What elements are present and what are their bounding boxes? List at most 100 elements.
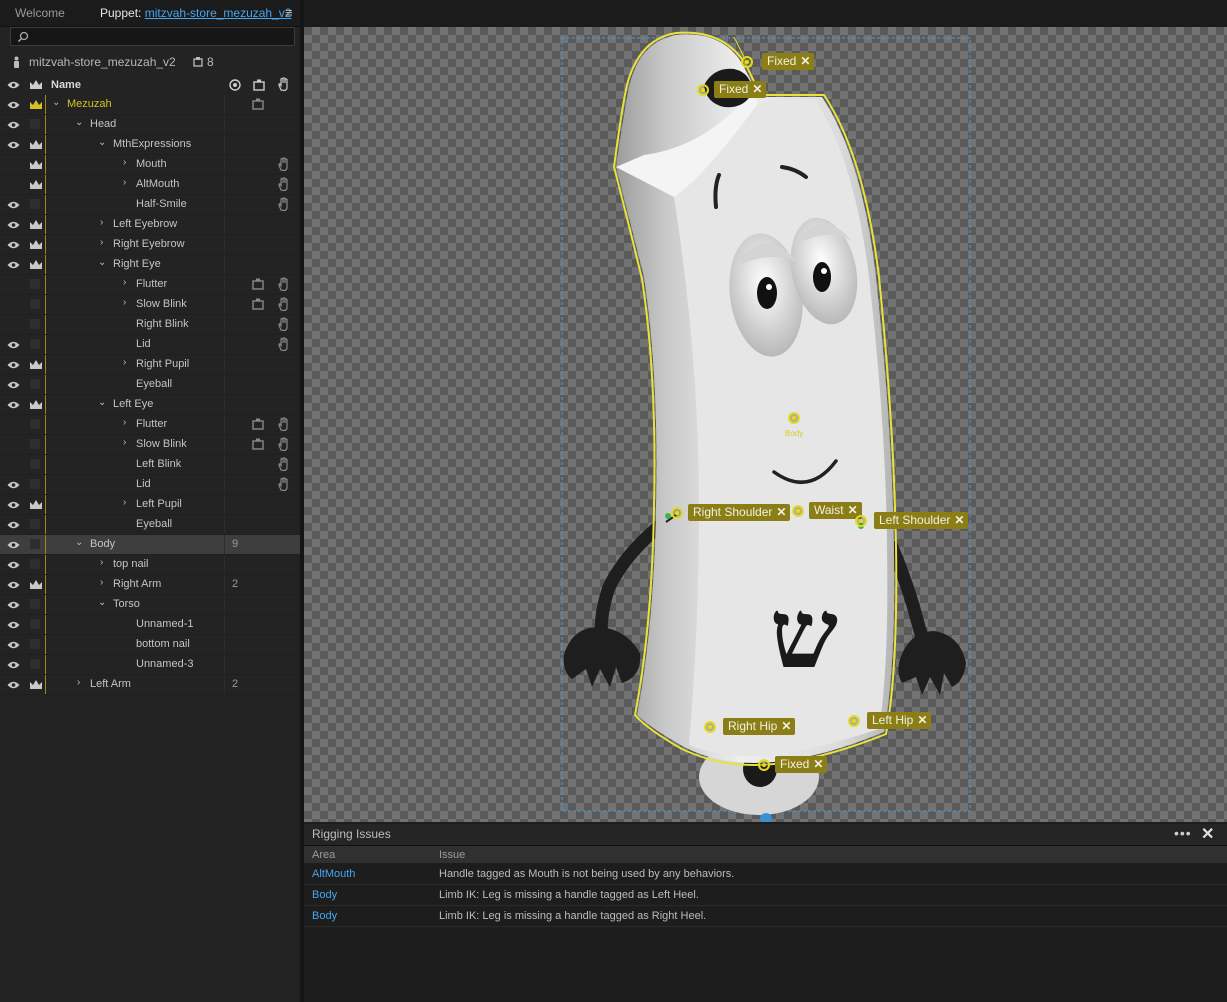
layer-row[interactable]: Eyeball xyxy=(0,515,300,535)
crown-toggle-empty[interactable] xyxy=(30,439,40,449)
crown-toggle-empty[interactable] xyxy=(30,339,40,349)
crown-icon[interactable] xyxy=(29,499,43,514)
layer-row[interactable]: Left Blink xyxy=(0,455,300,475)
more-options-icon[interactable]: ••• xyxy=(1174,825,1192,841)
hamburger-icon[interactable]: ≡ xyxy=(285,5,293,20)
eye-icon[interactable] xyxy=(7,680,20,692)
layer-row[interactable]: › Right Pupil xyxy=(0,355,300,375)
crown-icon[interactable] xyxy=(29,179,43,194)
layer-row[interactable]: ⌄ Torso xyxy=(0,595,300,615)
close-icon[interactable]: ✕ xyxy=(800,54,810,68)
issue-area-link[interactable]: AltMouth xyxy=(312,868,355,880)
eye-icon[interactable] xyxy=(7,660,20,672)
rigging-issue-row[interactable]: Body Limb IK: Leg is missing a handle tag… xyxy=(304,906,1227,927)
crown-toggle-empty[interactable] xyxy=(30,379,40,389)
eye-icon[interactable] xyxy=(7,120,20,132)
chevron-right-icon[interactable]: › xyxy=(123,437,126,448)
hand-icon[interactable] xyxy=(277,477,290,495)
handle-left-shoulder-dot[interactable] xyxy=(855,515,867,527)
issue-column-label[interactable]: Issue xyxy=(439,849,465,861)
eye-icon[interactable] xyxy=(7,500,20,512)
crown-toggle-empty[interactable] xyxy=(30,639,40,649)
chevron-right-icon[interactable]: › xyxy=(77,677,80,688)
hand-icon[interactable] xyxy=(277,457,290,475)
chevron-down-icon[interactable]: ⌄ xyxy=(98,397,106,408)
crown-icon[interactable] xyxy=(29,239,43,254)
layer-row[interactable]: › top nail xyxy=(0,555,300,575)
chevron-right-icon[interactable]: › xyxy=(100,577,103,588)
crown-toggle-empty[interactable] xyxy=(30,119,40,129)
chevron-right-icon[interactable]: › xyxy=(100,217,103,228)
handle-left-hip-dot[interactable] xyxy=(848,715,860,727)
eye-icon[interactable] xyxy=(7,220,20,232)
crown-toggle-empty[interactable] xyxy=(30,419,40,429)
area-column-label[interactable]: Area xyxy=(312,849,335,861)
chevron-down-icon[interactable]: ⌄ xyxy=(98,597,106,608)
handle-fixed-top-2[interactable]: Fixed ✕ xyxy=(714,81,767,98)
name-column-label[interactable]: Name xyxy=(51,79,81,91)
layer-row[interactable]: Lid xyxy=(0,335,300,355)
handle-right-hip-dot[interactable] xyxy=(704,721,716,733)
layer-row[interactable]: Right Blink xyxy=(0,315,300,335)
close-icon[interactable]: ✕ xyxy=(917,713,927,727)
rigging-issue-row[interactable]: AltMouth Handle tagged as Mouth is not be… xyxy=(304,864,1227,885)
hand-icon[interactable] xyxy=(277,317,290,335)
crown-toggle-empty[interactable] xyxy=(30,319,40,329)
behavior-icon[interactable] xyxy=(252,98,264,113)
layer-row[interactable]: bottom nail xyxy=(0,635,300,655)
hand-icon[interactable] xyxy=(277,337,290,355)
eye-icon[interactable] xyxy=(7,600,20,612)
behavior-icon[interactable] xyxy=(252,298,264,313)
close-icon[interactable]: ✕ xyxy=(848,503,858,517)
hand-icon[interactable] xyxy=(277,417,290,435)
layer-row[interactable]: › Slow Blink xyxy=(0,435,300,455)
layer-row[interactable]: › Left Pupil xyxy=(0,495,300,515)
crown-icon[interactable] xyxy=(29,679,43,694)
crown-icon[interactable] xyxy=(29,359,43,374)
chevron-right-icon[interactable]: › xyxy=(123,297,126,308)
layer-row[interactable]: ⌄ MthExpressions xyxy=(0,135,300,155)
handle-right-hip[interactable]: Right Hip ✕ xyxy=(723,718,796,735)
rig-canvas[interactable]: ש Fixed ✕ Fixed ✕ Body Right Shoulder ✕ Wai… xyxy=(304,27,1227,822)
eye-icon[interactable] xyxy=(7,81,20,89)
layer-row[interactable]: ⌄ Mezuzah xyxy=(0,95,300,115)
chevron-down-icon[interactable]: ⌄ xyxy=(52,97,60,108)
crown-toggle-empty[interactable] xyxy=(30,559,40,569)
close-icon[interactable]: ✕ xyxy=(954,513,964,527)
hand-icon[interactable] xyxy=(277,437,290,455)
layer-row[interactable]: Unnamed-3 xyxy=(0,655,300,675)
target-icon[interactable] xyxy=(229,79,241,91)
eye-icon[interactable] xyxy=(7,380,20,392)
hand-icon[interactable] xyxy=(277,277,290,295)
eye-icon[interactable] xyxy=(7,540,20,552)
layer-row[interactable]: › Flutter xyxy=(0,415,300,435)
hand-icon[interactable] xyxy=(277,157,290,175)
layer-row[interactable]: › Slow Blink xyxy=(0,295,300,315)
handle-right-shoulder[interactable]: Right Shoulder ✕ xyxy=(688,504,791,521)
close-icon[interactable]: ✕ xyxy=(776,505,786,519)
chevron-down-icon[interactable]: ⌄ xyxy=(98,137,106,148)
crown-icon[interactable] xyxy=(29,79,43,91)
handle-left-hip[interactable]: Left Hip ✕ xyxy=(867,712,932,729)
layer-row[interactable]: › Right Arm 2 xyxy=(0,575,300,595)
layer-row[interactable]: Lid xyxy=(0,475,300,495)
issue-area-link[interactable]: Body xyxy=(312,889,337,901)
eye-icon[interactable] xyxy=(7,360,20,372)
crown-icon[interactable] xyxy=(29,219,43,234)
crown-icon[interactable] xyxy=(29,259,43,274)
layer-row[interactable]: › Mouth xyxy=(0,155,300,175)
chevron-right-icon[interactable]: › xyxy=(123,277,126,288)
layer-row[interactable]: Eyeball xyxy=(0,375,300,395)
eye-icon[interactable] xyxy=(7,140,20,152)
handle-fixed-bottom[interactable]: Fixed ✕ xyxy=(775,756,828,773)
crown-toggle-empty[interactable] xyxy=(30,539,40,549)
crown-icon[interactable] xyxy=(29,399,43,414)
eye-icon[interactable] xyxy=(7,200,20,212)
layer-row[interactable]: › Left Eyebrow xyxy=(0,215,300,235)
behavior-icon[interactable] xyxy=(252,278,264,293)
crown-toggle-empty[interactable] xyxy=(30,199,40,209)
tab-puppet[interactable]: Puppet: mitzvah-store_mezuzah_v2 xyxy=(100,6,291,20)
chevron-right-icon[interactable]: › xyxy=(123,177,126,188)
handle-fixed-top-2-dot[interactable] xyxy=(697,84,709,96)
rigging-issue-row[interactable]: Body Limb IK: Leg is missing a handle tag… xyxy=(304,885,1227,906)
